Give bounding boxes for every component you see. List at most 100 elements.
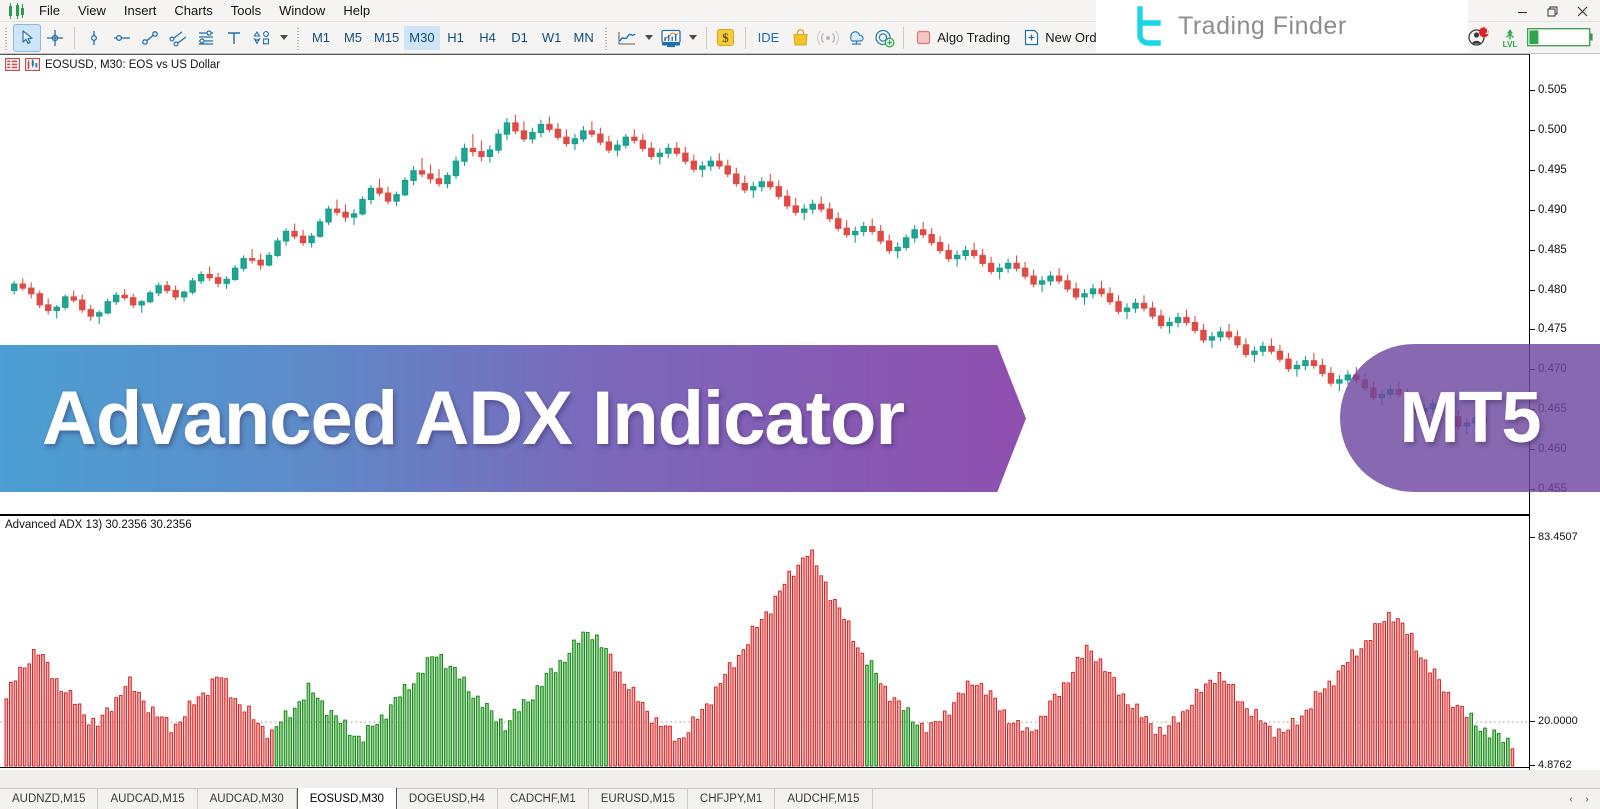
cursor-icon[interactable] [13, 23, 41, 52]
copy-trading-icon[interactable] [871, 25, 897, 51]
profile-icon[interactable]: 1 [1463, 25, 1495, 51]
platform-badge-label: MT5 [1399, 378, 1542, 458]
toolbar-separator-2 [705, 26, 707, 49]
chevron-down-icon [280, 35, 288, 40]
chevron-down-icon [644, 35, 653, 40]
shapes-icon[interactable] [249, 25, 275, 51]
timeframe-m15[interactable]: M15 [369, 26, 404, 50]
toolbar-grip-3[interactable] [602, 25, 610, 50]
menu-item-file[interactable]: File [30, 0, 69, 22]
new-order-button[interactable]: New Order [1017, 25, 1115, 51]
chart-tab-audcad-m30[interactable]: AUDCAD,M30 [198, 789, 297, 809]
trendline-icon[interactable] [137, 25, 163, 51]
tab-next-button[interactable]: › [1580, 791, 1594, 807]
minimize-button[interactable] [1508, 1, 1536, 21]
price-axis-tick [1530, 169, 1535, 171]
toolbar-grip[interactable] [3, 25, 10, 50]
promo-banner: Advanced ADX Indicator [0, 345, 1026, 492]
algo-trading-label: Algo Trading [937, 30, 1011, 45]
timeframe-w1[interactable]: W1 [536, 26, 568, 50]
price-axis-label: 0.505 [1538, 83, 1567, 96]
timeframe-m1[interactable]: M1 [305, 26, 337, 50]
chart-tab-chfjpy-m1[interactable]: CHFJPY,M1 [688, 789, 776, 809]
toolbar-grip-2[interactable] [295, 25, 302, 50]
chart-type-icon[interactable] [614, 25, 640, 51]
mt5-logo-icon [4, 1, 30, 21]
price-axis-tick [1530, 289, 1535, 291]
chart-tab-bar: AUDNZD,M15 AUDCAD,M15 AUDCAD,M30 EOSUSD,… [0, 788, 1600, 809]
chart-type-dropdown-icon[interactable] [642, 25, 656, 51]
menu-item-window[interactable]: Window [270, 0, 334, 22]
price-axis-label: 0.500 [1538, 123, 1567, 136]
price-axis-label: 0.495 [1538, 163, 1567, 176]
crosshair-icon[interactable] [42, 25, 68, 51]
menu-item-tools[interactable]: Tools [222, 0, 270, 22]
chevron-down-icon [688, 35, 697, 40]
algo-trading-button[interactable]: Algo Trading [909, 25, 1017, 51]
toolbar-separator-5 [1333, 26, 1334, 49]
timeframe-m5[interactable]: M5 [337, 26, 369, 50]
timeframe-h4[interactable]: H4 [472, 26, 504, 50]
shapes-dropdown-icon[interactable] [277, 25, 291, 51]
timeframe-mn[interactable]: MN [568, 26, 600, 50]
promo-banner-title: Advanced ADX Indicator [42, 376, 905, 461]
new-order-icon [1024, 29, 1039, 46]
dollar-icon[interactable]: $ [713, 25, 739, 51]
level-icon[interactable]: LVL [1497, 25, 1523, 51]
chart-tab-cadchf-m1[interactable]: CADCHF,M1 [498, 789, 589, 809]
menu-item-view[interactable]: View [69, 0, 115, 22]
auto-scroll-icon[interactable] [1367, 23, 1395, 52]
window-controls [1508, 0, 1596, 22]
indicator-pane-title: Advanced ADX 13) 30.2356 30.2356 [5, 519, 192, 531]
price-axis-tick [1530, 249, 1535, 251]
indicator-pane[interactable]: Advanced ADX 13) 30.2356 30.2356 [0, 515, 1529, 768]
chart-tab-audcad-m15[interactable]: AUDCAD,M15 [98, 789, 198, 809]
indicator-axis-tick [1530, 765, 1535, 766]
templates-dropdown-icon[interactable] [686, 25, 700, 51]
chart-shift-icon[interactable] [1340, 25, 1366, 51]
mt5-window: File View Insert Charts Tools Window Hel… [0, 0, 1600, 809]
menu-item-insert[interactable]: Insert [115, 0, 166, 22]
indicator-pane-title-text: Advanced ADX 13) 30.2356 30.2356 [5, 519, 192, 531]
main-toolbar: M1 M5 M15 M30 H1 H4 D1 W1 MN $ IDE Algo … [0, 22, 1600, 54]
chart-tab-audchf-m15[interactable]: AUDCHF,M15 [775, 789, 873, 809]
timeframe-h1[interactable]: H1 [440, 26, 472, 50]
signals-icon[interactable] [815, 25, 841, 51]
ide-button[interactable]: IDE [751, 25, 787, 51]
new-order-label: New Order [1045, 30, 1109, 45]
market-icon[interactable] [787, 25, 813, 51]
menu-item-charts[interactable]: Charts [165, 0, 221, 22]
timeframe-m30[interactable]: M30 [404, 25, 440, 50]
chart-tab-audnzd-m15[interactable]: AUDNZD,M15 [0, 789, 99, 809]
templates-icon[interactable] [658, 25, 684, 51]
chart-tab-eosusd-m30[interactable]: EOSUSD,M30 [296, 788, 397, 809]
screenshot-icon[interactable] [1407, 25, 1433, 51]
profile-badge-count: 1 [1484, 25, 1491, 37]
price-pane-title-text: EOSUSD, M30: EOS vs US Dollar [45, 58, 221, 71]
chart-tab-dogeusd-h4[interactable]: DOGEUSD,H4 [397, 789, 498, 809]
search-icon[interactable] [1435, 25, 1461, 51]
price-axis-tick [1530, 129, 1535, 131]
svg-text:$: $ [722, 30, 729, 45]
connection-meter-icon[interactable] [1525, 25, 1595, 51]
chart-tab-eurusd-m15[interactable]: EURUSD,M15 [589, 789, 688, 809]
vertical-line-icon[interactable] [81, 25, 107, 51]
toolbar-separator-6 [1400, 26, 1401, 49]
text-icon[interactable] [221, 25, 247, 51]
timeframe-d1[interactable]: D1 [504, 26, 536, 50]
vps-icon[interactable] [843, 25, 869, 51]
tab-navigation: ‹ › [1564, 789, 1600, 809]
svg-text:LVL: LVL [1503, 40, 1518, 49]
price-axis-label: 0.480 [1538, 283, 1567, 296]
restore-button[interactable] [1538, 1, 1566, 21]
menu-item-help[interactable]: Help [334, 0, 379, 22]
tab-prev-button[interactable]: ‹ [1564, 791, 1578, 807]
close-button[interactable] [1568, 1, 1596, 21]
price-axis-tick [1530, 329, 1535, 331]
fibonacci-icon[interactable] [193, 25, 219, 51]
chart-window-icon [25, 58, 40, 71]
adx-histogram-chart [0, 549, 1529, 767]
horizontal-line-icon[interactable] [109, 25, 135, 51]
platform-badge: MT5 [1340, 344, 1600, 492]
equidistant-channel-icon[interactable] [165, 25, 191, 51]
